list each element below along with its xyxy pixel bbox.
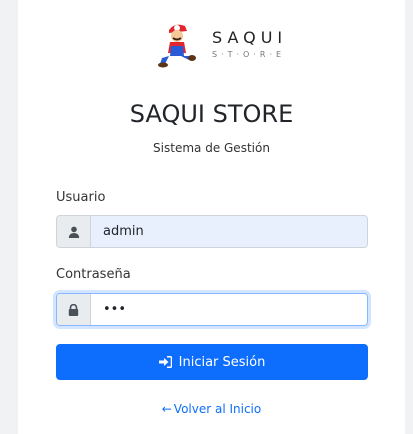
login-button-label: Iniciar Sesión: [178, 354, 266, 370]
logo-wordmark: SAQUI S·T·O·R·E: [212, 28, 288, 60]
page-subtitle: Sistema de Gestión: [153, 141, 270, 155]
password-input-group: [56, 293, 368, 326]
arrow-left-icon: ←: [161, 402, 172, 416]
login-card: SAQUI S·T·O·R·E SAQUI STORE Sistema de G…: [18, 0, 405, 434]
page-title: SAQUI STORE: [129, 100, 294, 128]
password-input[interactable]: [91, 294, 367, 325]
password-label: Contraseña: [56, 267, 131, 282]
brand-logo: SAQUI S·T·O·R·E: [157, 22, 307, 68]
back-home-label: Volver al Inicio: [173, 402, 262, 416]
lock-icon: [57, 294, 91, 325]
username-input[interactable]: [91, 216, 367, 247]
sign-in-icon: [158, 356, 172, 368]
user-icon: [57, 216, 91, 247]
back-home-link[interactable]: ← Volver al Inicio: [18, 402, 405, 416]
username-label: Usuario: [56, 190, 106, 205]
mascot-logo: [158, 24, 196, 68]
login-button[interactable]: Iniciar Sesión: [56, 344, 368, 380]
logo-brand-main: SAQUI: [212, 28, 288, 47]
logo-brand-sub: S·T·O·R·E: [212, 50, 286, 59]
username-input-group: [56, 215, 368, 248]
